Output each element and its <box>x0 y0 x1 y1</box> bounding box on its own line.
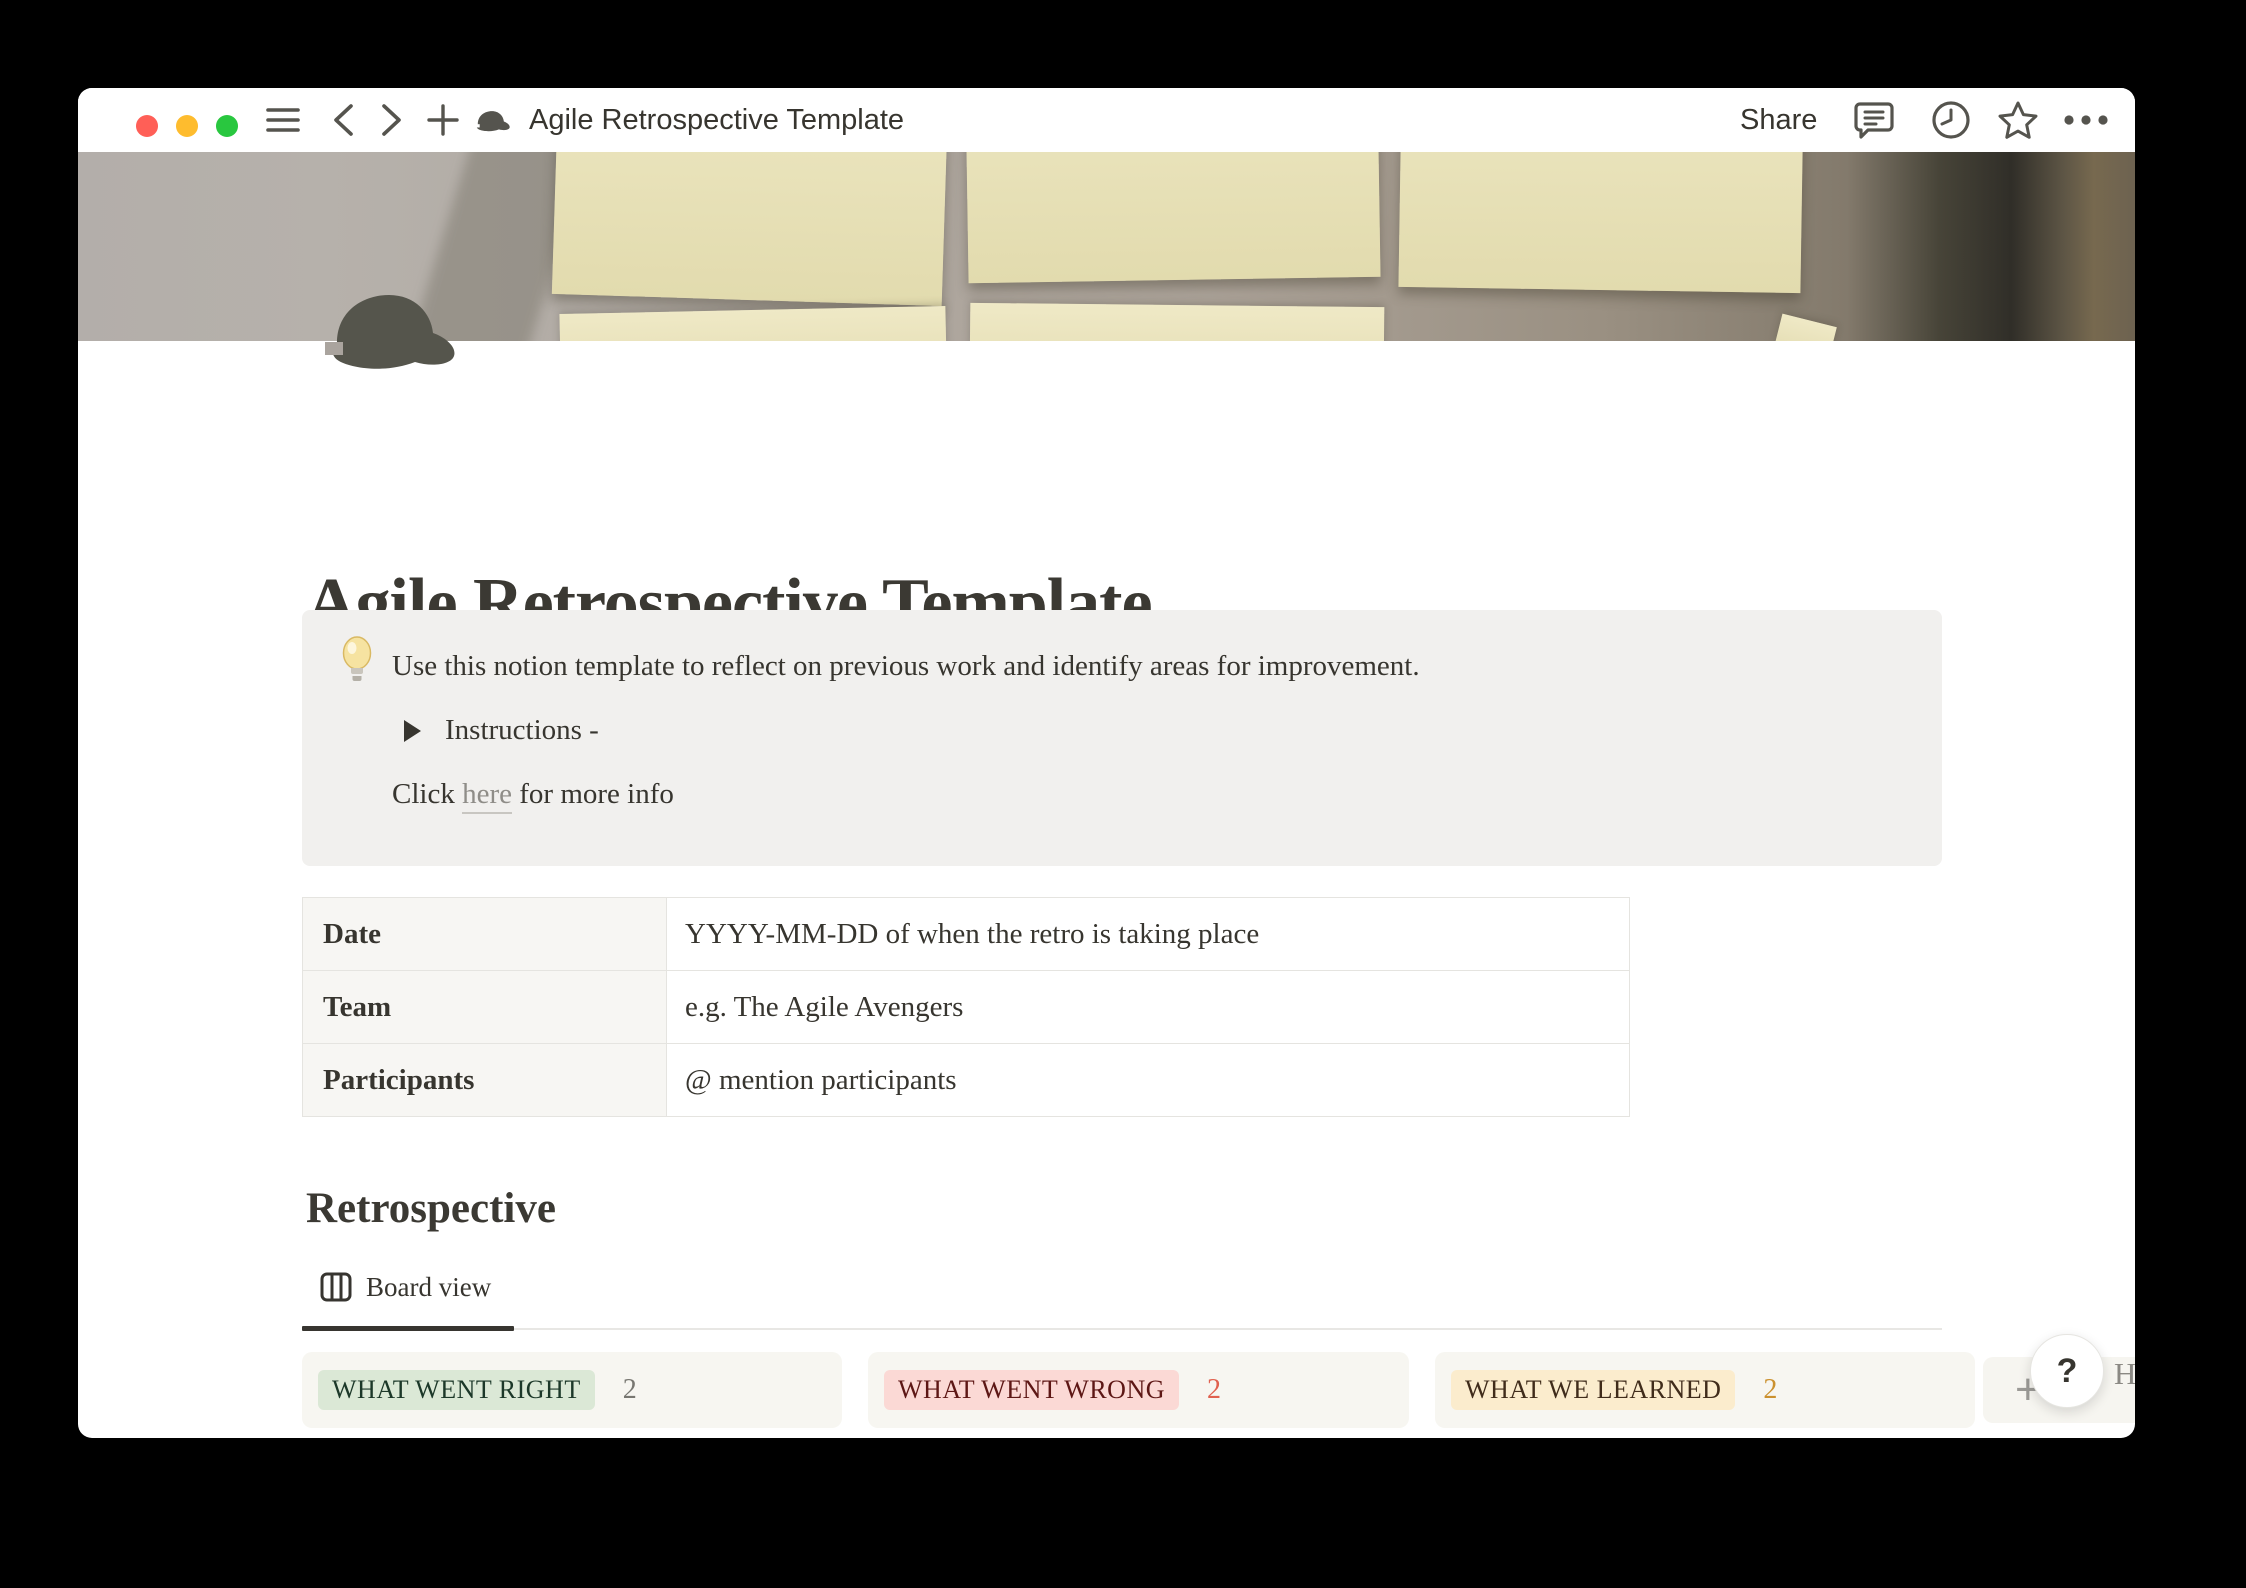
section-heading[interactable]: Retrospective <box>306 1184 556 1233</box>
toggle-label[interactable]: Instructions - <box>445 714 599 747</box>
property-label-participants[interactable]: Participants <box>303 1044 667 1117</box>
link-suffix: for more info <box>512 778 674 810</box>
close-window-button[interactable] <box>136 115 158 137</box>
board-view-icon <box>320 1272 352 1302</box>
back-icon[interactable] <box>328 88 358 152</box>
new-page-icon[interactable] <box>426 88 460 152</box>
more-icon[interactable] <box>2062 88 2110 152</box>
lightbulb-icon <box>338 636 376 688</box>
table-row: Date YYYY-MM-DD of when the retro is tak… <box>303 898 1630 971</box>
column-count: 2 <box>623 1374 637 1406</box>
table-row: Team e.g. The Agile Avengers <box>303 971 1630 1044</box>
here-link[interactable]: here <box>462 778 512 814</box>
page-cap-icon <box>473 88 513 152</box>
board-column-what-we-learned[interactable]: WHAT WE LEARNED 2 <box>1435 1352 1975 1428</box>
tab-board-view[interactable]: Board view <box>320 1268 491 1306</box>
history-icon[interactable] <box>1929 88 1973 152</box>
help-button[interactable]: ? <box>2030 1334 2104 1408</box>
column-count: 2 <box>1207 1374 1221 1406</box>
zoom-window-button[interactable] <box>216 115 238 137</box>
table-row: Participants @ mention participants <box>303 1044 1630 1117</box>
column-title-pill[interactable]: WHAT WE LEARNED <box>1451 1370 1735 1410</box>
title-bar: Agile Retrospective Template Share <box>78 88 2135 152</box>
question-mark-icon: ? <box>2057 1352 2078 1391</box>
callout-text[interactable]: Use this notion template to reflect on p… <box>392 650 1420 683</box>
hidden-column-partial-text: H <box>2114 1356 2135 1392</box>
sticky-note <box>1775 314 1837 341</box>
board-view-label[interactable]: Board view <box>366 1272 491 1303</box>
minimize-window-button[interactable] <box>176 115 198 137</box>
link-prefix: Click <box>392 778 462 810</box>
property-value-team[interactable]: e.g. The Agile Avengers <box>667 971 1630 1044</box>
callout-link-line: Click here for more info <box>392 778 674 811</box>
sticky-note <box>970 303 1385 341</box>
sticky-note <box>552 152 948 306</box>
sticky-note <box>1398 152 1803 293</box>
board-column-what-went-wrong[interactable]: WHAT WENT WRONG 2 <box>868 1352 1409 1428</box>
instructions-toggle[interactable]: Instructions - <box>404 714 599 747</box>
column-count: 2 <box>1763 1374 1777 1406</box>
toggle-triangle-icon[interactable] <box>404 720 421 742</box>
sticky-note <box>559 306 946 341</box>
board-column-what-went-right[interactable]: WHAT WENT RIGHT 2 <box>302 1352 842 1428</box>
active-tab-underline <box>302 1326 514 1331</box>
column-title-pill[interactable]: WHAT WENT WRONG <box>884 1370 1179 1410</box>
property-value-date[interactable]: YYYY-MM-DD of when the retro is taking p… <box>667 898 1630 971</box>
tab-divider <box>302 1328 1942 1330</box>
notion-window: Agile Retrospective Template Share Agile… <box>78 88 2135 1438</box>
window-page-title: Agile Retrospective Template <box>529 88 904 152</box>
property-value-participants[interactable]: @ mention participants <box>667 1044 1630 1117</box>
sticky-note <box>965 152 1380 283</box>
property-label-date[interactable]: Date <box>303 898 667 971</box>
properties-table: Date YYYY-MM-DD of when the retro is tak… <box>302 897 1630 1117</box>
comment-icon[interactable] <box>1852 88 1896 152</box>
forward-icon[interactable] <box>377 88 407 152</box>
share-button[interactable]: Share <box>1740 88 1817 152</box>
callout-block: Use this notion template to reflect on p… <box>302 610 1942 866</box>
favorite-star-icon[interactable] <box>1994 88 2042 152</box>
property-label-team[interactable]: Team <box>303 971 667 1044</box>
page-icon-cap[interactable] <box>323 285 463 370</box>
sidebar-menu-icon[interactable] <box>265 88 301 152</box>
column-title-pill[interactable]: WHAT WENT RIGHT <box>318 1370 595 1410</box>
